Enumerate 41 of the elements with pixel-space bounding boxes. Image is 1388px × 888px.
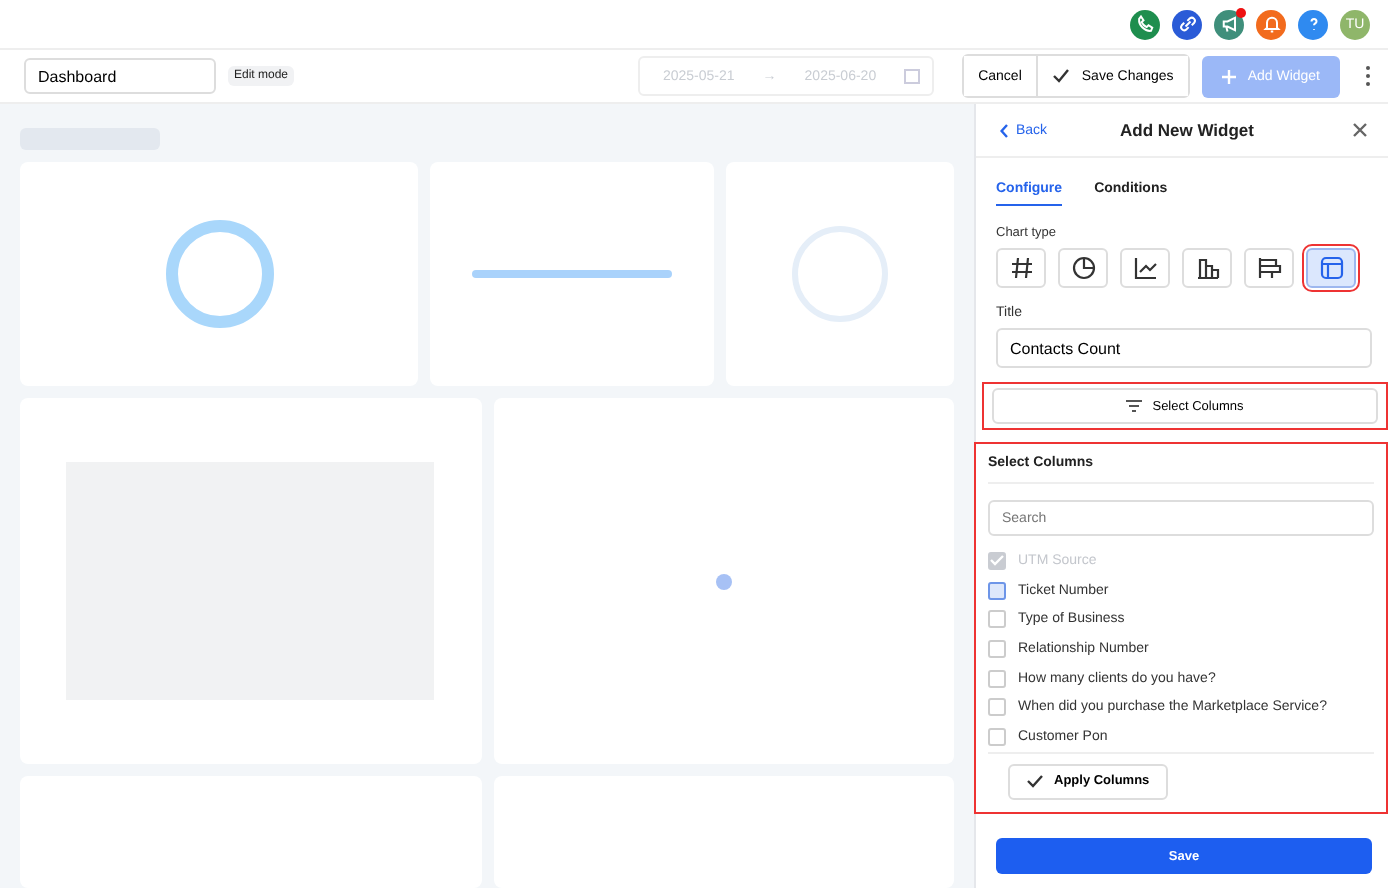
checkbox[interactable] (988, 581, 1006, 600)
table-chart-type-button[interactable] (1306, 248, 1356, 288)
more-options-icon[interactable] (1364, 64, 1372, 88)
megaphone-icon (1219, 14, 1239, 34)
bar-chart-type-button[interactable] (1182, 248, 1232, 288)
bell-button[interactable] (1256, 9, 1286, 39)
checkbox[interactable] (988, 669, 1006, 688)
bar-chart-icon (1195, 256, 1219, 280)
hbar-chart-icon (1257, 256, 1281, 280)
checkbox[interactable] (988, 727, 1006, 746)
pie-chart-icon (1071, 256, 1095, 280)
table-chart-icon (1319, 256, 1343, 280)
phone-icon (1135, 14, 1155, 34)
line-chart-type-button[interactable] (1120, 248, 1170, 288)
filter-icon (1126, 400, 1143, 412)
empty-state-icon (715, 573, 732, 590)
checkmark-icon (1026, 774, 1044, 789)
phone-button[interactable] (1130, 9, 1160, 39)
megaphone-button[interactable] (1214, 9, 1244, 39)
link-icon (1177, 14, 1197, 34)
close-icon[interactable] (1352, 122, 1368, 138)
panel-title: Add New Widget (1120, 120, 1256, 140)
plus-icon (1221, 69, 1236, 83)
checkbox[interactable] (988, 698, 1006, 717)
link-button[interactable] (1172, 9, 1202, 39)
checkbox[interactable] (988, 610, 1006, 629)
number-chart-icon (1009, 256, 1033, 280)
help-button[interactable] (1298, 9, 1328, 39)
gauge-chart-drawing (792, 226, 889, 323)
number-chart-type-button[interactable] (996, 248, 1046, 288)
hbar-chart-type-button[interactable] (1244, 248, 1294, 288)
calendar-icon (904, 68, 921, 84)
pie-chart-type-button[interactable] (1058, 248, 1108, 288)
checkmark-icon (1051, 68, 1070, 84)
donut-chart-drawing (165, 220, 274, 329)
checkbox[interactable] (988, 639, 1006, 658)
chevron-left-icon (1000, 123, 1008, 137)
dashboard-name-field[interactable]: Dashboard (24, 58, 216, 94)
line-chart-icon (1133, 256, 1157, 280)
bell-icon (1261, 14, 1281, 34)
title-field[interactable]: Contacts Count (996, 328, 1372, 368)
